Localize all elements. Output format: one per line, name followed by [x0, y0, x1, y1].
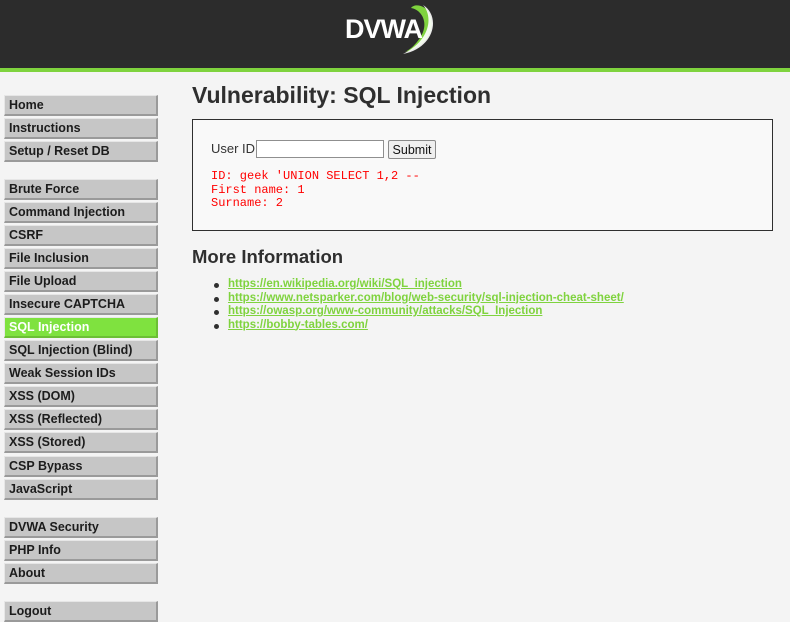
header-accent-bar: [0, 68, 790, 72]
more-information-links: https://en.wikipedia.org/wiki/SQL_inject…: [211, 278, 624, 332]
menu-item-php-info[interactable]: PHP Info: [4, 540, 158, 561]
menu-item-insecure-captcha[interactable]: Insecure CAPTCHA: [4, 294, 158, 315]
menu-item-xss-stored[interactable]: XSS (Stored): [4, 432, 158, 453]
menu-item-sql-injection-blind[interactable]: SQL Injection (Blind): [4, 340, 158, 361]
header: DVWA: [0, 0, 790, 68]
list-item: https://owasp.org/www-community/attacks/…: [211, 305, 624, 319]
result-first-name-line: First name: 1: [211, 182, 305, 197]
user-id-label: User ID:: [211, 141, 259, 156]
menu-item-brute-force[interactable]: Brute Force: [4, 179, 158, 200]
dvwa-logo[interactable]: DVWA: [343, 2, 439, 60]
link-wikipedia-sql-injection[interactable]: https://en.wikipedia.org/wiki/SQL_inject…: [228, 278, 462, 290]
logo-text: DVWA: [345, 14, 423, 44]
menu-item-logout[interactable]: Logout: [4, 601, 158, 622]
query-result: ID: geek 'UNION SELECT 1,2 -- First name…: [211, 169, 420, 211]
vulnerable-code-area: User ID: Submit ID: geek 'UNION SELECT 1…: [192, 119, 773, 231]
link-owasp-sql-injection[interactable]: https://owasp.org/www-community/attacks/…: [228, 305, 542, 317]
page-title: Vulnerability: SQL Injection: [192, 82, 492, 108]
menu-item-instructions[interactable]: Instructions: [4, 118, 158, 139]
menu-item-xss-reflected[interactable]: XSS (Reflected): [4, 409, 158, 430]
menu-item-sql-injection[interactable]: SQL Injection: [4, 317, 158, 338]
menu-item-dvwa-security[interactable]: DVWA Security: [4, 517, 158, 538]
menu-item-about[interactable]: About: [4, 563, 158, 584]
more-information-heading: More Information: [192, 246, 344, 267]
result-surname-line: Surname: 2: [211, 196, 284, 210]
submit-button[interactable]: Submit: [388, 140, 436, 159]
menu-item-home[interactable]: Home: [4, 95, 158, 116]
menu-item-xss-dom[interactable]: XSS (DOM): [4, 386, 158, 407]
menu-item-file-upload[interactable]: File Upload: [4, 271, 158, 292]
list-item: https://www.netsparker.com/blog/web-secu…: [211, 292, 624, 306]
list-item: https://en.wikipedia.org/wiki/SQL_inject…: [211, 278, 624, 292]
menu-item-file-inclusion[interactable]: File Inclusion: [4, 248, 158, 269]
menu-item-setup-reset-db[interactable]: Setup / Reset DB: [4, 141, 158, 162]
link-bobby-tables[interactable]: https://bobby-tables.com/: [228, 319, 368, 331]
menu-item-csrf[interactable]: CSRF: [4, 225, 158, 246]
menu-item-javascript[interactable]: JavaScript: [4, 479, 158, 500]
result-id-line: ID: geek 'UNION SELECT 1,2 --: [211, 169, 420, 183]
menu-item-command-injection[interactable]: Command Injection: [4, 202, 158, 223]
list-item: https://bobby-tables.com/: [211, 319, 624, 333]
link-netsparker-cheat-sheet[interactable]: https://www.netsparker.com/blog/web-secu…: [228, 292, 624, 304]
user-id-input[interactable]: [256, 140, 384, 158]
menu-item-csp-bypass[interactable]: CSP Bypass: [4, 456, 158, 477]
menu-item-weak-session-ids[interactable]: Weak Session IDs: [4, 363, 158, 384]
